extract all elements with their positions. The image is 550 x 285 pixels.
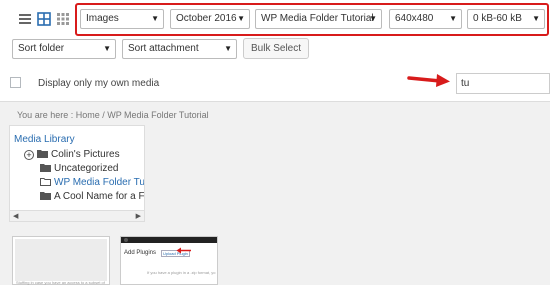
list-view-icon[interactable] <box>18 12 32 26</box>
search-value: tu <box>461 78 470 89</box>
expand-plus-icon[interactable]: + <box>24 150 34 160</box>
arrow-right-icon <box>407 74 450 87</box>
chevron-down-icon: ▼ <box>103 44 111 53</box>
media-thumbnail[interactable]: Add Plugins Upload Plugin If you have a … <box>120 236 218 285</box>
chevron-down-icon: ▼ <box>532 14 540 23</box>
sort-attachment-value: Sort attachment <box>128 43 199 54</box>
chevron-down-icon: ▼ <box>237 14 245 23</box>
thumbnail-caption: Stuffing in case you have an access to a… <box>16 280 105 285</box>
tree-item-label: Colin's Pictures <box>51 149 120 160</box>
chevron-down-icon: ▼ <box>369 14 377 23</box>
breadcrumb: You are here : Home / WP Media Folder Tu… <box>17 110 209 120</box>
tree-item-wp-media-folder-tutorial[interactable]: WP Media Folder Tutoria <box>40 177 145 189</box>
sort-folder-value: Sort folder <box>18 43 65 54</box>
own-media-label: Display only my own media <box>38 78 160 89</box>
folder-icon <box>40 164 51 172</box>
tree-item-uncategorized[interactable]: Uncategorized <box>40 163 118 175</box>
date-filter-value: October 2016 <box>176 13 237 24</box>
folder-icon <box>40 192 51 200</box>
type-filter-select[interactable]: Images ▼ <box>80 9 164 29</box>
tree-item-colins-pictures[interactable]: + Colin's Pictures <box>24 149 120 161</box>
sort-folder-select[interactable]: Sort folder ▼ <box>12 39 116 59</box>
tree-root-media-library[interactable]: Media Library <box>14 134 75 145</box>
media-toolbar: Images ▼ October 2016 ▼ WP Media Folder … <box>0 0 550 102</box>
folder-filter-value: WP Media Folder Tutorial <box>261 13 374 24</box>
scroll-right-icon[interactable]: ▶ <box>136 212 141 220</box>
folder-icon <box>37 150 48 158</box>
date-filter-select[interactable]: October 2016 ▼ <box>170 9 250 29</box>
thumbnail-image <box>15 239 107 281</box>
tree-item-label: WP Media Folder Tutoria <box>54 177 145 188</box>
chevron-down-icon: ▼ <box>449 14 457 23</box>
folder-filter-select[interactable]: WP Media Folder Tutorial ▼ <box>255 9 382 29</box>
chevron-down-icon: ▼ <box>224 44 232 53</box>
search-input[interactable]: tu <box>456 73 550 94</box>
scroll-left-icon[interactable]: ◀ <box>13 212 18 220</box>
open-folder-icon <box>40 178 51 186</box>
media-thumbnail[interactable]: Stuffing in case you have an access to a… <box>12 236 110 285</box>
dimension-filter-value: 640x480 <box>395 13 434 24</box>
tree-item-label: A Cool Name for a Folde <box>54 191 145 202</box>
size-filter-select[interactable]: 0 kB-60 kB ▼ <box>467 9 545 29</box>
arrow-left-icon <box>176 247 191 254</box>
chevron-down-icon: ▼ <box>151 14 159 23</box>
thumbnail-heading: Add Plugins <box>124 250 157 256</box>
type-filter-value: Images <box>86 13 119 24</box>
size-filter-value: 0 kB-60 kB <box>473 13 522 24</box>
own-media-checkbox[interactable] <box>10 77 21 88</box>
sort-attachment-select[interactable]: Sort attachment ▼ <box>122 39 237 59</box>
bulk-select-button[interactable]: Bulk Select <box>243 38 310 59</box>
tree-item-label: Uncategorized <box>54 163 119 174</box>
thumbnail-text: If you have a plugin in a .zip format, y… <box>147 270 216 275</box>
dimension-filter-select[interactable]: 640x480 ▼ <box>389 9 462 29</box>
grid-view-icon[interactable] <box>37 12 51 26</box>
wordpress-logo-icon <box>124 238 128 242</box>
thumbnail-admin-bar <box>121 237 217 243</box>
folder-tree: Media Library + Colin's Pictures Uncatego… <box>9 125 145 222</box>
tiles-view-icon[interactable] <box>56 12 70 26</box>
tree-item-cool-name-folder[interactable]: A Cool Name for a Folde <box>40 191 145 203</box>
tree-horizontal-scrollbar[interactable]: ◀ ▶ <box>10 210 144 221</box>
